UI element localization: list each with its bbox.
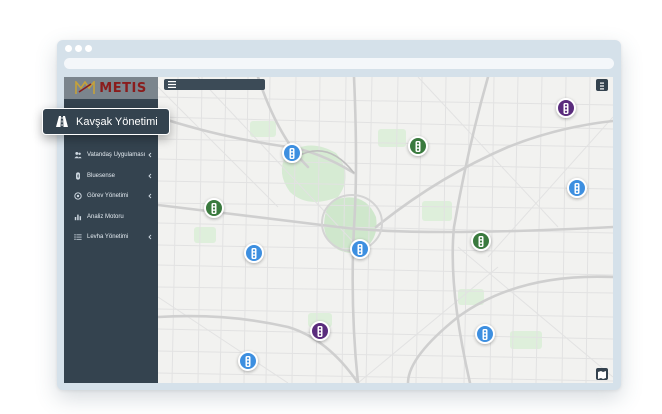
sidebar-item-label: Analiz Motoru bbox=[87, 213, 124, 220]
traffic-light-icon bbox=[317, 325, 323, 337]
map-park bbox=[422, 201, 452, 221]
map-tiles bbox=[158, 77, 613, 383]
traffic-light-marker[interactable] bbox=[310, 321, 330, 341]
list-icon bbox=[74, 234, 82, 241]
sidebar-item-label: Görev Yönetimi bbox=[87, 193, 129, 200]
map-park bbox=[378, 129, 406, 147]
sidebar-item-levha-yonetimi[interactable]: Levha Yönetimi bbox=[64, 227, 158, 248]
map-icon bbox=[598, 371, 606, 379]
target-icon bbox=[74, 192, 82, 200]
sidebar-item-label: Vatandaş Uygulaması bbox=[87, 152, 146, 159]
traffic-light-marker[interactable] bbox=[471, 231, 491, 251]
traffic-light-marker[interactable] bbox=[567, 178, 587, 198]
traffic-light-icon bbox=[357, 243, 363, 255]
map-park bbox=[250, 121, 276, 137]
road-icon bbox=[56, 116, 68, 127]
map-park bbox=[194, 227, 216, 243]
address-bar[interactable] bbox=[64, 58, 614, 69]
traffic-light-marker[interactable] bbox=[350, 239, 370, 259]
browser-window: METIS Vatandaş Uygulaması Bluesense Göre… bbox=[57, 40, 621, 390]
traffic-light-icon bbox=[574, 182, 580, 194]
traffic-light-marker[interactable] bbox=[204, 198, 224, 218]
layers-button[interactable] bbox=[596, 79, 608, 91]
bluetooth-icon bbox=[76, 172, 80, 180]
traffic-light-icon bbox=[563, 102, 569, 114]
traffic-light-marker[interactable] bbox=[244, 243, 264, 263]
callout-label: Kavşak Yönetimi bbox=[76, 115, 158, 128]
sidebar-item-gorev-yonetimi[interactable]: Görev Yönetimi bbox=[64, 186, 158, 207]
window-dot bbox=[65, 45, 72, 52]
bar-chart-icon bbox=[74, 214, 82, 220]
metis-logo-icon bbox=[75, 81, 96, 94]
chevron-left-icon bbox=[148, 193, 152, 199]
traffic-light-icon bbox=[415, 140, 421, 152]
traffic-light-marker[interactable] bbox=[475, 324, 495, 344]
traffic-light-marker[interactable] bbox=[556, 98, 576, 118]
logo[interactable]: METIS bbox=[64, 77, 158, 99]
sidebar-item-vatandas-uygulamasi[interactable]: Vatandaş Uygulaması bbox=[64, 145, 158, 166]
sidebar-item-label: Levha Yönetimi bbox=[87, 234, 129, 241]
logo-text: METIS bbox=[99, 80, 147, 96]
sidebar-item-bluesense[interactable]: Bluesense bbox=[64, 166, 158, 187]
window-dot bbox=[85, 45, 92, 52]
menu-icon[interactable] bbox=[168, 81, 176, 88]
traffic-light-marker[interactable] bbox=[408, 136, 428, 156]
kavsak-yonetimi-callout[interactable]: Kavşak Yönetimi bbox=[42, 108, 170, 135]
traffic-light-icon bbox=[245, 355, 251, 367]
map-toolbar[interactable] bbox=[164, 79, 265, 90]
chevron-left-icon bbox=[148, 173, 152, 178]
sidebar-nav: Vatandaş Uygulaması Bluesense Görev Yöne… bbox=[64, 145, 158, 248]
traffic-light-icon bbox=[251, 247, 257, 259]
chevron-left-icon bbox=[148, 234, 152, 240]
traffic-light-icon bbox=[478, 235, 484, 247]
traffic-light-marker[interactable] bbox=[282, 143, 302, 163]
map-type-button[interactable] bbox=[596, 368, 608, 380]
sidebar-item-label: Bluesense bbox=[87, 172, 116, 179]
users-icon bbox=[74, 152, 82, 159]
layers-icon bbox=[600, 82, 604, 90]
sidebar-item-analiz-motoru[interactable]: Analiz Motoru bbox=[64, 207, 158, 228]
traffic-light-icon bbox=[289, 147, 295, 159]
window-dot bbox=[75, 45, 82, 52]
traffic-light-marker[interactable] bbox=[238, 351, 258, 371]
traffic-light-icon bbox=[482, 328, 488, 340]
map-view[interactable] bbox=[158, 77, 613, 383]
chevron-left-icon bbox=[148, 152, 152, 158]
traffic-light-icon bbox=[211, 202, 217, 214]
